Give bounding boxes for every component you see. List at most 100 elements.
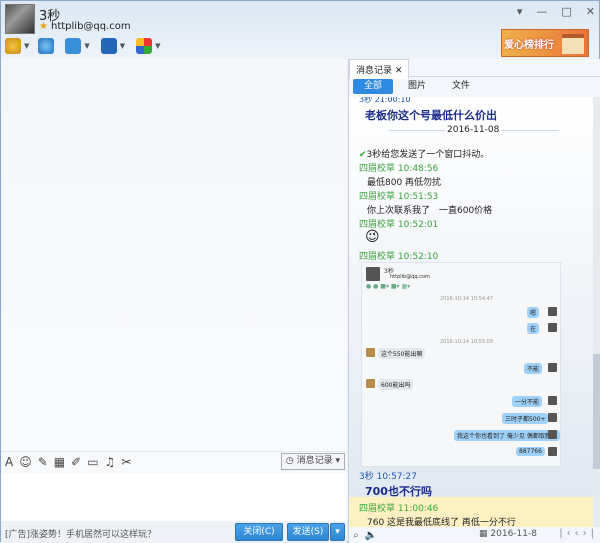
avatar <box>548 413 557 422</box>
font-icon[interactable]: A <box>5 455 13 469</box>
input-footer: [广告]涨姿势！手机居然可以这样玩？ 关闭(C) 发送(S) ▾ <box>1 521 347 543</box>
msg-text: 最低800 再低勿扰 <box>367 178 442 188</box>
ad-banner[interactable]: 爱心榜排行 <box>501 29 589 57</box>
close-icon[interactable]: ✕ <box>395 66 403 76</box>
history-button[interactable]: ◷ 消息记录 ▾ <box>280 453 345 470</box>
shot-bubble: 一分不能 <box>512 396 543 407</box>
history-tab[interactable]: 消息记录 ✕ <box>349 59 410 79</box>
avatar <box>548 447 557 456</box>
msg-sender: 四眉校草 10:51:53 <box>359 192 439 202</box>
shot-bubble: 在 <box>527 323 540 334</box>
msg-text: 760 这是我最低底线了 再低一分不行 <box>367 518 516 527</box>
screenshot-image[interactable]: 3秒 httplib@qq.com ● ● ■▾ ■▾ ▦▾ 2016-10-1… <box>361 262 561 467</box>
shot-timestamp: 2016-10-14 10:54:47 <box>440 296 494 302</box>
tab-all[interactable]: 全部 <box>353 79 393 94</box>
shot-bubble: 我这个你也看到了 俺少见 偶都取新的 <box>454 430 560 441</box>
star-icon: ★ <box>39 21 48 32</box>
shake-notice: ✔3秒给您发送了一个窗口抖动。 <box>359 147 489 160</box>
page-navigation[interactable]: |‹‹›| <box>559 528 598 539</box>
chat-pane: A ☺ ✎ ▦ ✐ ▭ ♫ ✂ ◷ 消息记录 ▾ [广告]涨姿势！手机居然可以这… <box>1 59 347 543</box>
apps-icon[interactable] <box>136 38 153 54</box>
gif-icon[interactable]: ▦ <box>54 455 65 469</box>
msg-sender: 四眉校草 10:48:56 <box>359 164 439 174</box>
image-icon[interactable]: ▭ <box>87 455 98 469</box>
avatar <box>548 430 557 439</box>
chevron-down-icon[interactable]: ▼ <box>24 42 29 50</box>
scrollbar-thumb[interactable] <box>593 354 600 469</box>
avatar <box>548 307 557 316</box>
shot-bubble: 嗯 <box>527 307 540 318</box>
send-button[interactable]: 发送(S) <box>287 523 329 541</box>
chevron-down-icon[interactable]: ▼ <box>155 42 160 50</box>
avatar <box>366 348 375 357</box>
msg-sender: 四眉校草 10:52:10 <box>359 252 439 262</box>
calendar-icon: ▦ <box>479 529 488 539</box>
clock-icon: ◷ <box>285 456 294 466</box>
shot-bubble: 三时子都500+ <box>502 413 549 424</box>
avatar <box>548 323 557 332</box>
scrollbar[interactable] <box>593 97 600 527</box>
history-panel: 消息记录 ✕ 全部 图片 文件 3秒 21:00:10 老板你这个号最低什么价出… <box>348 59 600 543</box>
search-icon[interactable]: ⌕ <box>353 530 359 541</box>
shot-toolbar-icons: ● ● ■▾ ■▾ ▦▾ <box>366 283 411 290</box>
date-separator: 2016-11-08 <box>445 125 502 135</box>
contact-email: httplib@qq.com <box>51 21 131 32</box>
scissors-icon[interactable]: ✂ <box>121 455 131 469</box>
msg-text: 你上次联系我了 一直600价格 <box>367 206 493 216</box>
maximize-icon[interactable]: □ <box>561 5 571 18</box>
sticker-emoji: 😉 <box>365 229 380 245</box>
emoji-icon[interactable]: ☺ <box>19 455 32 469</box>
msg-sender: 四眉校草 11:00:46 <box>359 504 439 514</box>
date-picker[interactable]: ▦ 2016-11-8 <box>479 529 537 539</box>
shake-icon[interactable]: ✎ <box>38 455 48 469</box>
tab-files[interactable]: 文件 <box>441 79 481 94</box>
chevron-down-icon[interactable]: ▼ <box>84 42 89 50</box>
date-label: 2016-11-8 <box>490 529 537 539</box>
shake-notice-text: 3秒给您发送了一个窗口抖动。 <box>366 150 490 160</box>
music-icon[interactable]: ♫ <box>105 455 116 469</box>
file-transfer-icon[interactable] <box>65 38 82 54</box>
history-filter-tabs: 全部 图片 文件 <box>349 79 600 97</box>
shot-bubble: 这个550能出嘛 <box>378 348 426 359</box>
history-list: 3秒 21:00:10 老板你这个号最低什么价出 2016-11-08 ✔3秒给… <box>349 97 594 527</box>
contact-avatar[interactable] <box>5 4 35 34</box>
edit-icon[interactable]: ✐ <box>71 455 81 469</box>
chat-toolbar: ▼ ▼ ▼ ▼ <box>5 37 161 55</box>
voice-call-icon[interactable] <box>5 38 21 54</box>
shot-bubble: 887766 <box>516 447 545 456</box>
tab-images[interactable]: 图片 <box>397 79 437 94</box>
ad-banner-graphic: 爱心榜排行 <box>504 40 554 51</box>
house-icon <box>562 34 584 54</box>
chat-header: 3秒 ★ httplib@qq.com ▼ ▼ ▼ ▼ ▾ — □ ✕ 爱心榜排… <box>1 1 600 59</box>
shot-bubble: 不能 <box>524 363 543 374</box>
window-controls: ▾ — □ ✕ <box>517 5 595 18</box>
screen-share-icon[interactable] <box>100 38 117 54</box>
speaker-icon[interactable]: 🔈 <box>365 530 377 541</box>
minimize-icon[interactable]: — <box>536 5 547 18</box>
chat-area <box>1 59 347 451</box>
history-tab-label: 消息记录 <box>356 66 393 76</box>
check-icon: ✔ <box>359 150 367 160</box>
avatar <box>548 396 557 405</box>
send-options-button[interactable]: ▾ <box>330 523 345 541</box>
close-button[interactable]: 关闭(C) <box>235 523 283 541</box>
chat-window: 3秒 ★ httplib@qq.com ▼ ▼ ▼ ▼ ▾ — □ ✕ 爱心榜排… <box>0 0 600 543</box>
history-title-bar: 消息记录 ✕ <box>349 59 600 79</box>
avatar <box>366 379 375 388</box>
video-call-icon[interactable] <box>38 38 55 54</box>
history-footer: ⌕ 🔈 ▦ 2016-11-8 |‹‹›| <box>349 527 600 543</box>
partial-header: 3秒 21:00:10 <box>359 97 411 104</box>
avatar <box>366 267 380 281</box>
shot-timestamp: 2016-10-14 10:55:09 <box>440 339 494 345</box>
close-icon[interactable]: ✕ <box>586 5 595 18</box>
msg-sender: 3秒 10:57:27 <box>359 472 418 482</box>
shot-email: httplib@qq.com <box>390 274 430 280</box>
message-input[interactable] <box>1 473 347 521</box>
avatar <box>548 363 557 372</box>
chevron-down-icon[interactable]: ▼ <box>120 42 125 50</box>
history-message: 老板你这个号最低什么价出 <box>365 109 497 122</box>
shot-bubble: 600能出吗 <box>378 379 414 390</box>
input-toolbar: A ☺ ✎ ▦ ✐ ▭ ♫ ✂ ◷ 消息记录 ▾ <box>1 451 347 471</box>
dropdown-icon[interactable]: ▾ <box>517 5 523 18</box>
footer-ad-link[interactable]: [广告]涨姿势！手机居然可以这样玩？ <box>5 527 156 540</box>
